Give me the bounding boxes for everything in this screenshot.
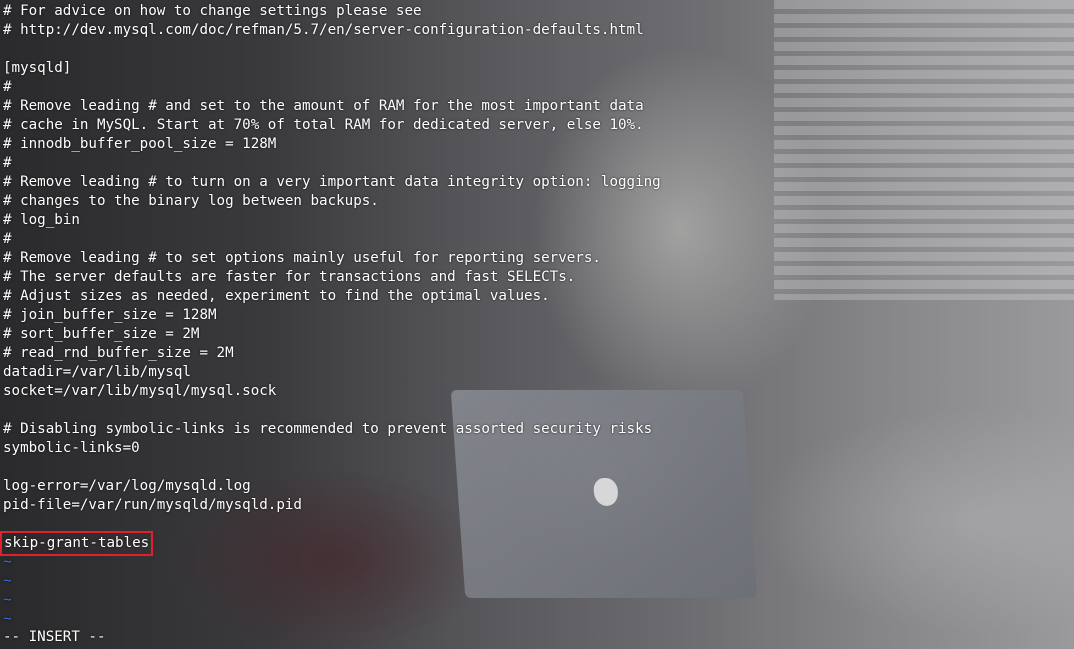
config-line[interactable]: # Remove leading # to set options mainly… [3,249,661,268]
highlighted-config-line[interactable]: skip-grant-tables [0,531,661,556]
config-line[interactable]: # The server defaults are faster for tra… [3,268,661,287]
config-line[interactable]: datadir=/var/lib/mysql [3,363,661,382]
config-line[interactable]: # join_buffer_size = 128M [3,306,661,325]
config-line[interactable]: # innodb_buffer_pool_size = 128M [3,135,661,154]
config-line[interactable]: # cache in MySQL. Start at 70% of total … [3,116,661,135]
config-line[interactable]: # [3,154,661,173]
config-line[interactable]: # changes to the binary log between back… [3,192,661,211]
config-line[interactable] [3,40,661,59]
config-line[interactable]: # sort_buffer_size = 2M [3,325,661,344]
config-line[interactable]: # Disabling symbolic-links is recommende… [3,420,661,439]
config-line[interactable]: pid-file=/var/run/mysqld/mysqld.pid [3,496,661,515]
skip-grant-tables-highlight[interactable]: skip-grant-tables [0,531,154,556]
config-line[interactable]: socket=/var/lib/mysql/mysql.sock [3,382,661,401]
empty-line-marker: ~ [3,592,12,608]
config-line[interactable]: # For advice on how to change settings p… [3,2,661,21]
config-line[interactable]: # [3,230,661,249]
config-line[interactable]: # Remove leading # to turn on a very imp… [3,173,661,192]
config-line[interactable]: # http://dev.mysql.com/doc/refman/5.7/en… [3,21,661,40]
config-line[interactable]: # log_bin [3,211,661,230]
config-line[interactable] [3,458,661,477]
config-line[interactable]: [mysqld] [3,59,661,78]
empty-line-marker: ~ [3,611,12,627]
empty-line-marker: ~ [3,554,12,570]
config-line[interactable]: # Adjust sizes as needed, experiment to … [3,287,661,306]
config-line[interactable] [3,401,661,420]
config-line[interactable]: # [3,78,661,97]
config-line[interactable]: log-error=/var/log/mysqld.log [3,477,661,496]
wallpaper-blinds [774,0,1074,300]
mode-indicator: -- INSERT -- [3,629,106,645]
config-line[interactable]: symbolic-links=0 [3,439,661,458]
editor-buffer[interactable]: # For advice on how to change settings p… [0,2,661,629]
terminal-window[interactable]: # For advice on how to change settings p… [0,0,1074,649]
empty-line-marker: ~ [3,573,12,589]
config-line[interactable] [3,515,661,534]
config-line[interactable]: # Remove leading # and set to the amount… [3,97,661,116]
config-line[interactable]: # read_rnd_buffer_size = 2M [3,344,661,363]
